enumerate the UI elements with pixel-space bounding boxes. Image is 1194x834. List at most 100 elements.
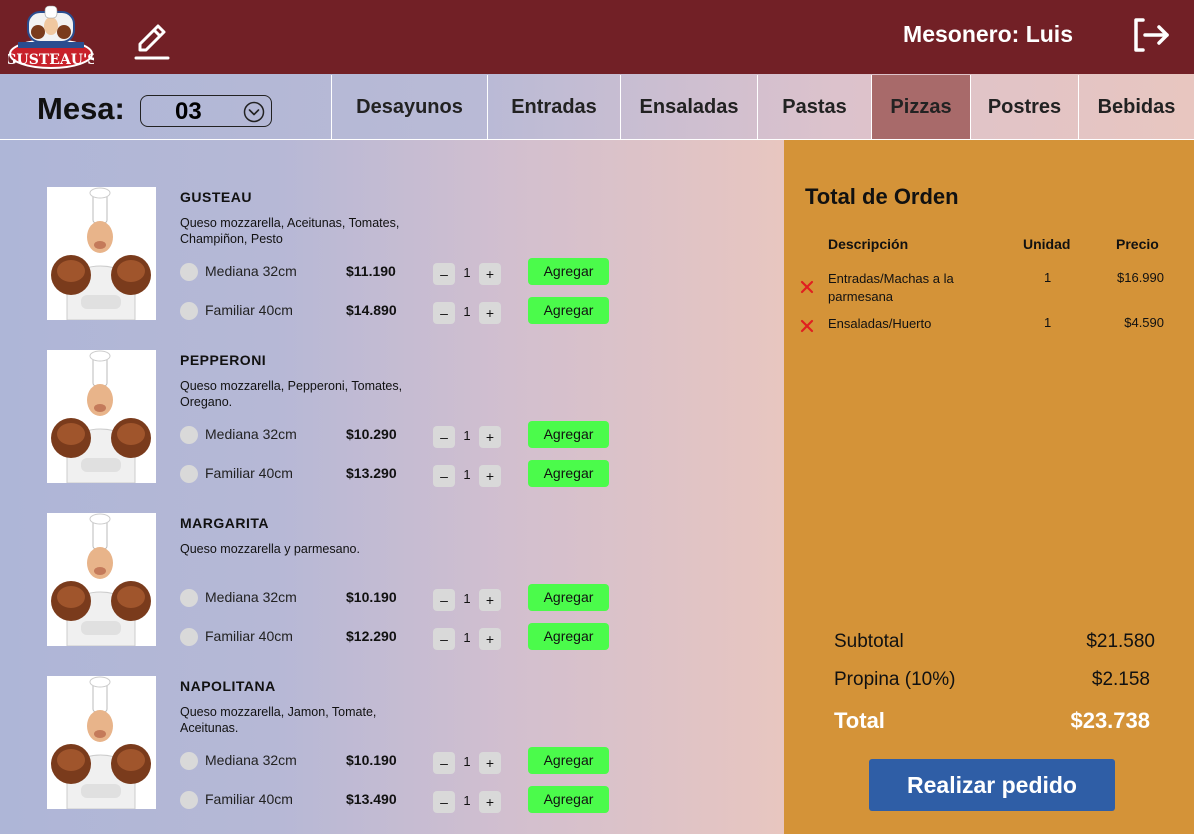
pizza-name: MARGARITA (180, 515, 270, 531)
pizza-name: NAPOLITANA (180, 678, 276, 694)
add-button[interactable]: Agregar (528, 786, 609, 813)
increment-button[interactable]: + (479, 263, 501, 285)
pizza-image (47, 676, 156, 809)
increment-button[interactable]: + (479, 628, 501, 650)
size-option: Mediana 32cm $11.190 – 1 + Agregar (180, 258, 620, 286)
order-item-description: Entradas/Machas a la parmesana (828, 271, 954, 304)
order-title: Total de Orden (805, 184, 959, 209)
waiter-name: Mesonero: Luis (903, 21, 1073, 47)
order-item-unit: 1 (1044, 315, 1052, 330)
size-label: Mediana 32cm (205, 426, 297, 442)
size-label: Familiar 40cm (205, 791, 293, 807)
chevron-down-icon (243, 101, 265, 123)
gusteaus-logo[interactable]: GUSTEAU'S (5, 4, 97, 70)
pizza-name: GUSTEAU (180, 189, 252, 205)
add-button[interactable]: Agregar (528, 584, 609, 611)
tab-pizzas[interactable]: Pizzas (871, 75, 970, 139)
pizza-description: Queso mozzarella, Pepperoni, Tomates, Or… (180, 379, 403, 409)
size-radio[interactable] (180, 263, 198, 281)
logout-icon[interactable] (1131, 17, 1171, 53)
table-select[interactable]: 03 (140, 95, 272, 127)
size-option: Familiar 40cm $13.490 – 1 + Agregar (180, 786, 620, 814)
increment-button[interactable]: + (479, 589, 501, 611)
size-radio[interactable] (180, 589, 198, 607)
quantity-value: 1 (463, 793, 471, 808)
increment-button[interactable]: + (479, 752, 501, 774)
menu-item: MARGARITA Queso mozzarella y parmesano. … (0, 513, 784, 653)
increment-button[interactable]: + (479, 302, 501, 324)
decrement-button[interactable]: – (433, 628, 455, 650)
subtotal-label: Subtotal (834, 631, 904, 652)
size-label: Familiar 40cm (205, 302, 293, 318)
column-header-price: Precio (1116, 236, 1159, 252)
add-button[interactable]: Agregar (528, 623, 609, 650)
menu-list: GUSTEAU Queso mozzarella, Aceitunas, Tom… (0, 140, 784, 834)
order-item-description: Ensaladas/Huerto (828, 316, 932, 331)
increment-button[interactable]: + (479, 426, 501, 448)
tab-bebidas[interactable]: Bebidas (1078, 75, 1194, 139)
app-header: GUSTEAU'S Mesonero: Luis (0, 0, 1194, 74)
decrement-button[interactable]: – (433, 752, 455, 774)
remove-icon[interactable] (800, 280, 814, 294)
size-label: Familiar 40cm (205, 628, 293, 644)
size-option: Mediana 32cm $10.190 – 1 + Agregar (180, 747, 620, 775)
tab-pastas[interactable]: Pastas (757, 75, 871, 139)
table-label: Mesa: (37, 91, 125, 126)
pizza-description: Queso mozzarella, Aceitunas, Tomates, Ch… (180, 216, 400, 246)
size-price: $14.890 (346, 302, 397, 318)
remove-icon[interactable] (800, 319, 814, 333)
tip-value: $2.158 (1091, 669, 1150, 690)
tip-label: Propina (10%) (834, 669, 956, 690)
size-price: $10.290 (346, 426, 397, 442)
decrement-button[interactable]: – (433, 263, 455, 285)
order-item-unit: 1 (1044, 270, 1052, 285)
tab-desayunos[interactable]: Desayunos (331, 75, 487, 139)
quantity-value: 1 (463, 630, 471, 645)
quantity-value: 1 (463, 265, 471, 280)
tab-ensaladas[interactable]: Ensaladas (620, 75, 757, 139)
size-radio[interactable] (180, 302, 198, 320)
size-price: $10.190 (346, 589, 397, 605)
add-button[interactable]: Agregar (528, 460, 609, 487)
size-radio[interactable] (180, 628, 198, 646)
size-label: Mediana 32cm (205, 752, 297, 768)
size-radio[interactable] (180, 752, 198, 770)
add-button[interactable]: Agregar (528, 258, 609, 285)
order-item: Entradas/Machas a la parmesana 1 $16.990 (784, 270, 1194, 310)
size-option: Familiar 40cm $12.290 – 1 + Agregar (180, 623, 620, 651)
size-option: Familiar 40cm $14.890 – 1 + Agregar (180, 297, 620, 325)
size-price: $13.490 (346, 791, 397, 807)
decrement-button[interactable]: – (433, 302, 455, 324)
place-order-button[interactable]: Realizar pedido (869, 759, 1115, 811)
menu-item: GUSTEAU Queso mozzarella, Aceitunas, Tom… (0, 187, 784, 327)
quantity-value: 1 (463, 467, 471, 482)
add-button[interactable]: Agregar (528, 421, 609, 448)
size-price: $12.290 (346, 628, 397, 644)
quantity-value: 1 (463, 428, 471, 443)
size-radio[interactable] (180, 465, 198, 483)
decrement-button[interactable]: – (433, 426, 455, 448)
increment-button[interactable]: + (479, 465, 501, 487)
add-button[interactable]: Agregar (528, 297, 609, 324)
size-radio[interactable] (180, 426, 198, 444)
decrement-button[interactable]: – (433, 465, 455, 487)
tab-postres[interactable]: Postres (970, 75, 1078, 139)
size-radio[interactable] (180, 791, 198, 809)
add-button[interactable]: Agregar (528, 747, 609, 774)
menu-item: NAPOLITANA Queso mozzarella, Jamon, Toma… (0, 676, 784, 816)
increment-button[interactable]: + (479, 791, 501, 813)
edit-pencil-icon[interactable] (132, 20, 170, 62)
pizza-image (47, 350, 156, 483)
tab-entradas[interactable]: Entradas (487, 75, 620, 139)
decrement-button[interactable]: – (433, 589, 455, 611)
subtotal-value: $21.580 (1086, 631, 1155, 652)
pizza-image (47, 513, 156, 646)
decrement-button[interactable]: – (433, 791, 455, 813)
total-label: Total (834, 708, 885, 733)
pizza-description: Queso mozzarella y parmesano. (180, 542, 360, 556)
size-option: Familiar 40cm $13.290 – 1 + Agregar (180, 460, 620, 488)
column-header-description: Descripción (828, 236, 909, 252)
size-price: $11.190 (346, 263, 396, 279)
logo-text: GUSTEAU'S (8, 52, 94, 68)
table-select-value: 03 (175, 98, 202, 125)
